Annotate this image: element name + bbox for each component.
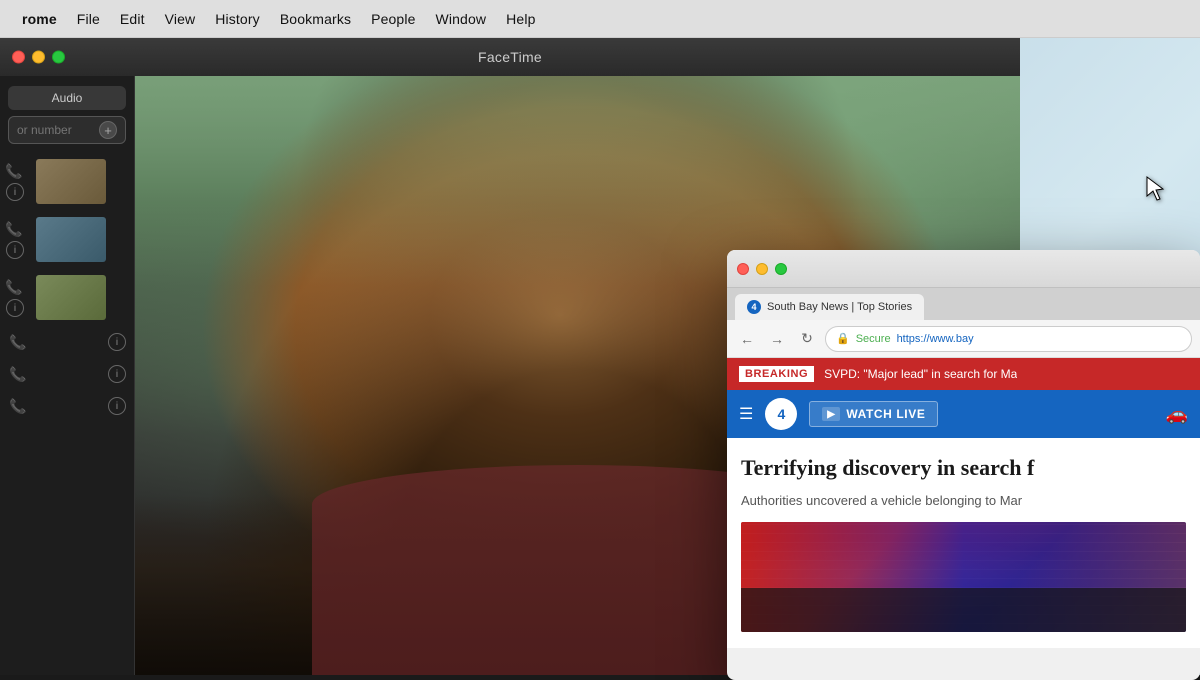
breaking-label: BREAKING	[739, 366, 814, 382]
breaking-news-bar: BREAKING SVPD: "Major lead" in search fo…	[727, 358, 1200, 390]
menu-window[interactable]: Window	[426, 7, 497, 31]
contact-row: 📞 i	[0, 152, 134, 210]
secure-lock-icon: 🔒	[836, 332, 850, 345]
maximize-button[interactable]	[52, 51, 65, 64]
news-site-nav: ☰ 4 ▶ WATCH LIVE 🚗	[727, 390, 1200, 438]
call-icon[interactable]: 📞	[4, 219, 24, 239]
tab-title: South Bay News | Top Stories	[767, 301, 912, 313]
menu-view[interactable]: View	[155, 7, 206, 31]
contact-thumbnail	[36, 159, 106, 204]
menu-history[interactable]: History	[205, 7, 270, 31]
news-logo: 4	[765, 398, 797, 430]
menu-people[interactable]: People	[361, 7, 425, 31]
info-icon[interactable]: i	[6, 241, 24, 259]
call-icon[interactable]: 📞	[4, 277, 24, 297]
info-icon[interactable]: i	[108, 365, 126, 383]
search-bar: +	[8, 116, 126, 144]
contact-row: 📞 i	[0, 358, 134, 390]
hamburger-menu-icon[interactable]: ☰	[739, 404, 753, 424]
add-contact-button[interactable]: +	[99, 121, 117, 139]
menubar: rome File Edit View History Bookmarks Pe…	[0, 0, 1200, 38]
tab-favicon: 4	[747, 300, 761, 314]
secure-label: Secure	[856, 333, 891, 345]
browser-titlebar	[727, 250, 1200, 288]
browser-close-button[interactable]	[737, 263, 749, 275]
traffic-lights	[12, 51, 65, 64]
menu-bookmarks[interactable]: Bookmarks	[270, 7, 361, 31]
search-input[interactable]	[17, 123, 87, 137]
watch-live-button[interactable]: ▶ WATCH LIVE	[809, 401, 938, 427]
news-content-area: Terrifying discovery in search f Authori…	[727, 438, 1200, 648]
facetime-title: FaceTime	[478, 49, 542, 65]
browser-nav-bar: ← → ↻ 🔒 Secure https://www.bay	[727, 320, 1200, 358]
facetime-sidebar: Audio + 📞 i 📞 i 📞 i	[0, 76, 135, 675]
contact-row: 📞 i	[0, 390, 134, 422]
news-subtext: Authorities uncovered a vehicle belongin…	[741, 491, 1186, 511]
call-icon[interactable]: 📞	[4, 161, 24, 181]
contact-row: 📞 i	[0, 210, 134, 268]
menu-edit[interactable]: Edit	[110, 7, 155, 31]
cursor-arrow	[1145, 175, 1160, 208]
info-icon[interactable]: i	[108, 397, 126, 415]
browser-tab-bar: 4 South Bay News | Top Stories	[727, 288, 1200, 320]
contact-actions: 📞 i	[4, 161, 24, 201]
news-headline: Terrifying discovery in search f	[741, 454, 1186, 483]
address-bar[interactable]: 🔒 Secure https://www.bay	[825, 326, 1192, 352]
info-icon[interactable]: i	[6, 299, 24, 317]
browser-minimize-button[interactable]	[756, 263, 768, 275]
menu-help[interactable]: Help	[496, 7, 545, 31]
close-button[interactable]	[12, 51, 25, 64]
menu-chrome[interactable]: rome	[12, 7, 67, 31]
browser-tab[interactable]: 4 South Bay News | Top Stories	[735, 294, 924, 320]
call-icon[interactable]: 📞	[8, 332, 28, 352]
browser-maximize-button[interactable]	[775, 263, 787, 275]
news-image	[741, 522, 1186, 632]
audio-button[interactable]: Audio	[8, 86, 126, 110]
contact-actions: 📞 i	[4, 277, 24, 317]
contact-row: 📞 i	[0, 268, 134, 326]
back-button[interactable]: ←	[735, 327, 759, 351]
breaking-news-text: SVPD: "Major lead" in search for Ma	[824, 367, 1017, 381]
contact-thumbnail	[36, 217, 106, 262]
play-icon: ▶	[822, 407, 840, 421]
forward-button[interactable]: →	[765, 327, 789, 351]
contact-actions: 📞 i	[4, 219, 24, 259]
watch-live-label: WATCH LIVE	[846, 407, 925, 421]
browser-window: 4 South Bay News | Top Stories ← → ↻ 🔒 S…	[727, 250, 1200, 680]
menu-file[interactable]: File	[67, 7, 110, 31]
refresh-button[interactable]: ↻	[795, 327, 819, 351]
info-icon[interactable]: i	[6, 183, 24, 201]
facetime-titlebar: FaceTime	[0, 38, 1020, 76]
call-icon[interactable]: 📞	[8, 364, 28, 384]
url-text: https://www.bay	[897, 333, 974, 345]
minimize-button[interactable]	[32, 51, 45, 64]
car-icon: 🚗	[1166, 404, 1188, 425]
contact-thumbnail	[36, 275, 106, 320]
info-icon[interactable]: i	[108, 333, 126, 351]
contact-row: 📞 i	[0, 326, 134, 358]
call-icon[interactable]: 📞	[8, 396, 28, 416]
